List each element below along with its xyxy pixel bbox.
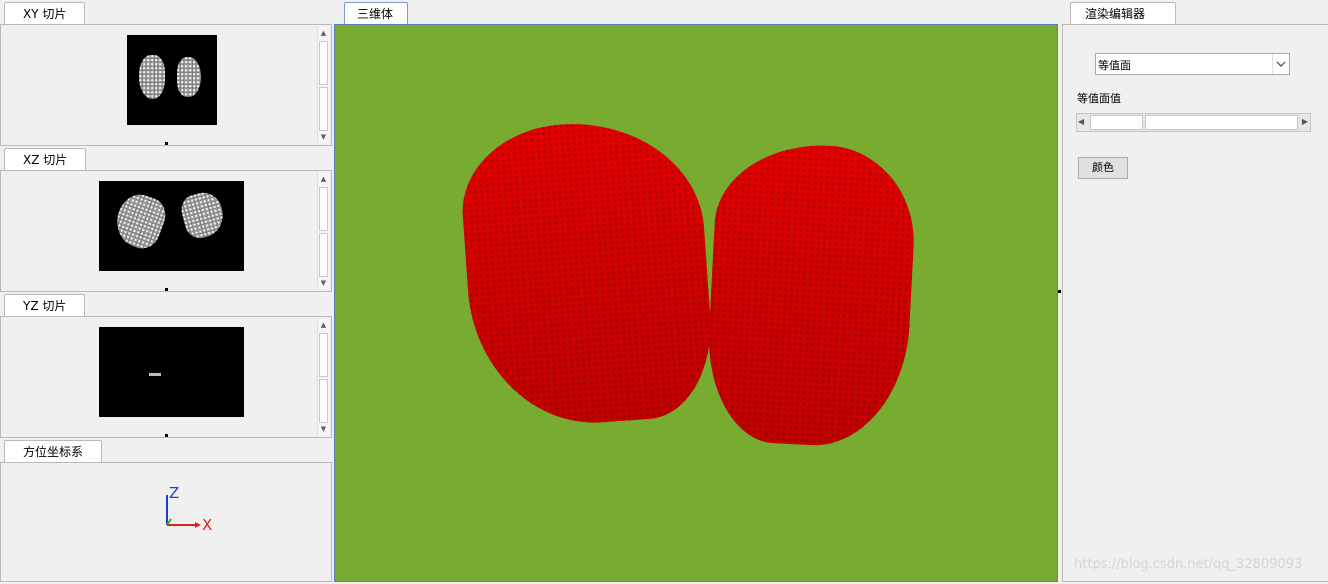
xy-slice-panel: XY 切片 ▲ ▼ [0,0,332,146]
scroll-thumb[interactable] [319,187,328,231]
slider-track-segment[interactable] [1145,115,1298,130]
slider-left-icon[interactable]: ◀ [1078,117,1084,126]
isosurface-slider[interactable]: ◀ ▶ [1076,113,1311,132]
scroll-down-icon[interactable]: ▼ [318,131,329,143]
xz-slice-panel: XZ 切片 ▲ ▼ [0,146,332,292]
z-axis-label: Z [169,484,180,502]
isosurface-value-label: 等值面值 [1077,92,1121,105]
render-editor-body: 等值面 等值面值 ◀ ▶ 颜色 [1062,24,1328,582]
yz-scrollbar[interactable]: ▲ ▼ [317,319,329,435]
xy-slice-view[interactable]: ▲ ▼ [0,24,332,146]
chevron-down-icon[interactable] [1272,54,1289,74]
yz-slice-view[interactable]: ▲ ▼ [0,316,332,438]
xz-slice-view[interactable]: ▲ ▼ [0,170,332,292]
render-mode-select[interactable]: 等值面 [1095,53,1290,75]
splitter-handle[interactable] [165,434,168,437]
yz-slice-panel: YZ 切片 ▲ ▼ [0,292,332,438]
xy-slice-image [127,35,217,125]
tab-xy-slice[interactable]: XY 切片 [4,2,86,24]
orientation-axes [166,495,201,528]
tab-xz-slice[interactable]: XZ 切片 [4,148,87,170]
slider-right-icon[interactable]: ▶ [1302,117,1308,126]
render-mode-value: 等值面 [1098,59,1131,72]
color-button[interactable]: 颜色 [1078,157,1128,179]
slider-thumb[interactable] [1090,115,1143,130]
scroll-up-icon[interactable]: ▲ [318,319,329,331]
axes-view[interactable]: Z X [0,462,332,582]
scroll-up-icon[interactable]: ▲ [318,27,329,39]
scroll-thumb-lower[interactable] [319,87,328,131]
lung-left-model [456,114,718,432]
splitter-handle[interactable] [165,288,168,291]
lung-right-model [703,139,919,451]
splitter-handle[interactable] [165,142,168,145]
scroll-thumb-lower[interactable] [319,379,328,423]
splitter-handle-right[interactable] [1058,290,1061,293]
tab-yz-slice[interactable]: YZ 切片 [4,294,86,316]
scroll-thumb-lower[interactable] [319,233,328,277]
3d-render-view[interactable] [334,24,1058,582]
scroll-up-icon[interactable]: ▲ [318,173,329,185]
tab-axes[interactable]: 方位坐标系 [4,440,103,462]
yz-slice-image [99,327,244,417]
xz-scrollbar[interactable]: ▲ ▼ [317,173,329,289]
scroll-down-icon[interactable]: ▼ [318,277,329,289]
watermark: https://blog.csdn.net/qq_32809093 [1074,557,1303,572]
axes-panel: 方位坐标系 Z X [0,438,332,582]
xy-scrollbar[interactable]: ▲ ▼ [317,27,329,143]
render-editor-panel: 渲染编辑器 等值面 等值面值 ◀ ▶ 颜色 [1062,0,1328,582]
xz-slice-image [99,181,244,271]
scroll-thumb[interactable] [319,41,328,85]
tab-3d-volume[interactable]: 三维体 [344,2,409,24]
volume-panel: 三维体 [334,0,1058,582]
x-axis-label: X [202,516,213,534]
tab-render-editor[interactable]: 渲染编辑器 [1070,2,1177,24]
scroll-thumb[interactable] [319,333,328,377]
scroll-down-icon[interactable]: ▼ [318,423,329,435]
